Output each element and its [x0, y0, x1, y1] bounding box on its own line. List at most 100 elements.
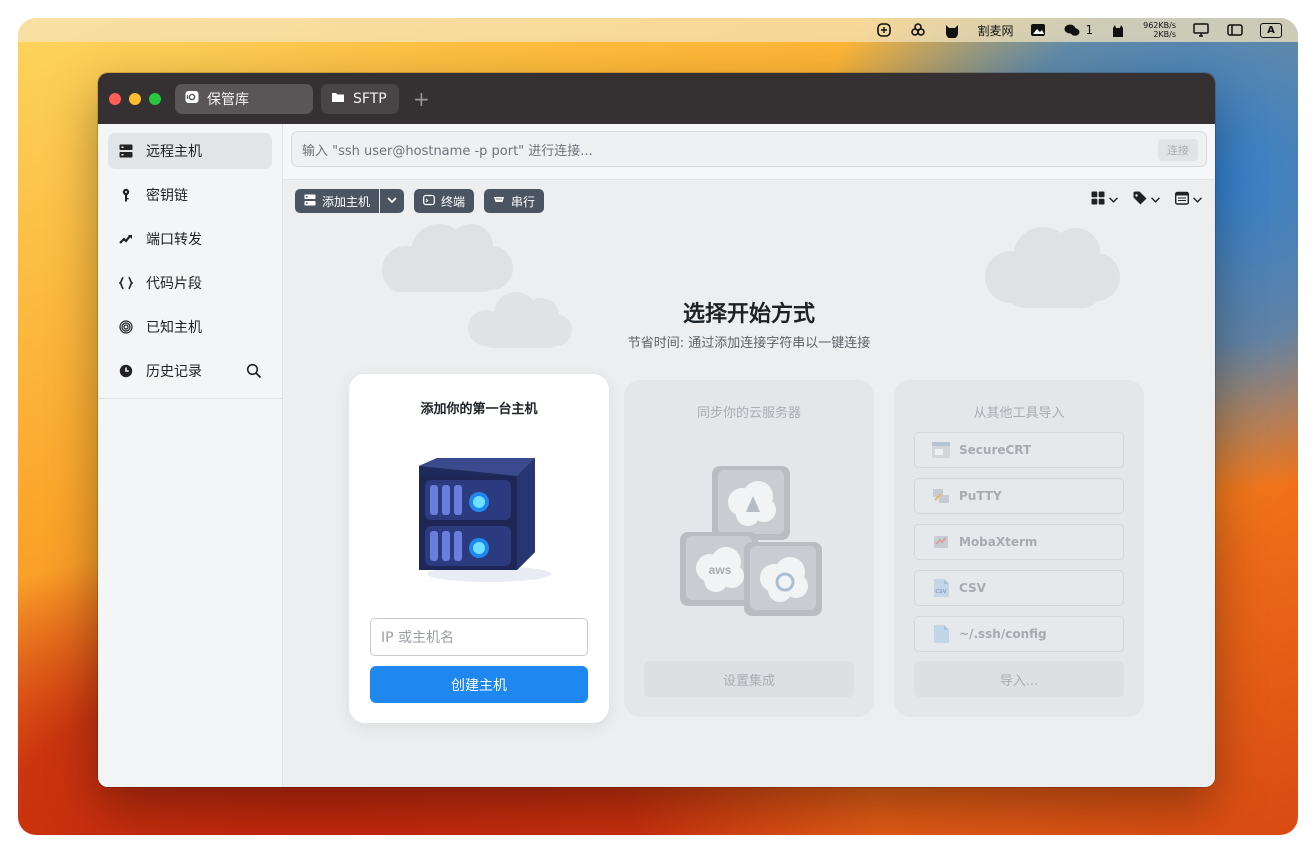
card-title: 添加你的第一台主机	[420, 402, 538, 417]
tag-filter[interactable]	[1133, 190, 1161, 209]
sort-options[interactable]	[1174, 190, 1203, 209]
grid-icon	[1091, 190, 1105, 209]
add-host-button[interactable]: 添加主机	[295, 189, 380, 213]
tab-label: SFTP	[353, 90, 387, 107]
ssh-command-placeholder: 输入 "ssh user@hostname -p port" 进行连接...	[302, 143, 593, 159]
chevron-down-icon	[1192, 190, 1203, 209]
copilot-icon[interactable]	[875, 22, 893, 38]
history-icon	[118, 363, 134, 379]
serial-icon	[493, 194, 505, 209]
network-speed[interactable]: 962KB/s 2KB/s	[1143, 21, 1176, 39]
add-host-split-button: 添加主机	[295, 189, 405, 213]
aws-icon: aws	[709, 563, 732, 577]
card-title: 从其他工具导入	[973, 406, 1065, 421]
sidebar-item-snippets[interactable]: 代码片段	[108, 265, 272, 301]
search-icon[interactable]	[246, 363, 262, 379]
page-subtitle: 节省时间: 通过添加连接字符串以一键连接	[627, 336, 871, 351]
image-icon[interactable]	[1029, 22, 1047, 38]
sidebar-item-label: 已知主机	[146, 320, 202, 336]
terminal-button[interactable]: 终端	[414, 189, 475, 213]
ssh-command-input[interactable]: 输入 "ssh user@hostname -p port" 进行连接... 连…	[291, 131, 1207, 167]
connections-icon[interactable]	[909, 22, 927, 38]
server-illustration-icon	[419, 458, 551, 582]
securecrt-icon	[932, 442, 950, 458]
close-window-button[interactable]	[109, 92, 121, 105]
card-title: 同步你的云服务器	[696, 406, 801, 421]
sidebar-item-port-forwarding[interactable]: 端口转发	[108, 221, 272, 257]
file-icon	[934, 625, 949, 643]
tag-icon	[1133, 190, 1147, 209]
import-csv[interactable]: CSV CSV	[914, 570, 1124, 606]
sidebar-item-history[interactable]: 历史记录	[108, 353, 272, 389]
view-controls	[1091, 190, 1203, 209]
import-label: CSV	[959, 581, 986, 595]
app-window: 保管库 SFTP + 远程主机 密钥链 端口转发 代码片段 已知主机 历史记录 …	[98, 73, 1215, 787]
putty-icon	[933, 489, 949, 503]
main-content: 输入 "ssh user@hostname -p port" 进行连接... 连…	[283, 124, 1215, 787]
cloud-sync-card: 同步你的云服务器 aws 设置集成	[624, 380, 874, 717]
import-label: PuTTY	[959, 489, 1002, 503]
add-host-label: 添加主机	[322, 194, 371, 209]
host-address-input[interactable]: IP 或主机名	[370, 618, 588, 656]
import-putty[interactable]: PuTTY	[914, 478, 1124, 514]
sidebar-nav: 远程主机 密钥链 端口转发 代码片段 已知主机 历史记录	[98, 124, 282, 399]
menubar-app-text[interactable]: 割麦网	[977, 22, 1013, 39]
sidebar-item-keychain[interactable]: 密钥链	[108, 177, 272, 213]
tab-sftp[interactable]: SFTP	[321, 83, 399, 114]
sidebar-item-label: 历史记录	[146, 364, 202, 380]
chevron-down-icon	[1108, 190, 1119, 209]
chevron-down-icon	[386, 194, 398, 209]
import-label: SecureCRT	[959, 443, 1032, 457]
cloud-decoration	[382, 224, 513, 292]
net-up: 962KB/s	[1143, 21, 1176, 30]
input-method-indicator[interactable]: A	[1260, 22, 1282, 38]
window-controls	[109, 92, 161, 105]
server-icon	[118, 143, 134, 159]
fingerprint-icon	[118, 319, 134, 335]
display-icon[interactable]	[1192, 22, 1210, 38]
setup-integration-button[interactable]: 设置集成	[644, 661, 854, 697]
import-mobaxterm[interactable]: MobaXterm	[914, 524, 1124, 560]
host-address-placeholder: IP 或主机名	[381, 630, 455, 646]
wechat-count: 1	[1085, 23, 1094, 37]
import-button[interactable]: 导入...	[914, 661, 1124, 697]
page-title: 选择开始方式	[682, 302, 815, 327]
serial-label: 串行	[511, 194, 536, 209]
sidebar: 远程主机 密钥链 端口转发 代码片段 已知主机 历史记录	[98, 124, 283, 787]
toolbar: 添加主机 终端 串行	[283, 180, 1215, 222]
desktop: 割麦网 1 962KB/s 2KB/s A 保管库 SFTP + 远程主机 密钥…	[18, 18, 1298, 835]
serial-button[interactable]: 串行	[484, 189, 545, 213]
calendar-icon	[1174, 190, 1190, 209]
import-card: 从其他工具导入 SecureCRT PuTTY MobaXterm CSV CS…	[894, 380, 1144, 717]
connect-button[interactable]: 连接	[1158, 139, 1198, 161]
cat-icon[interactable]	[943, 22, 961, 38]
import-source-list: SecureCRT PuTTY MobaXterm CSV CSV ~/.ssh…	[914, 432, 1124, 662]
wechat-icon	[1063, 22, 1081, 38]
net-down: 2KB/s	[1153, 30, 1176, 39]
tab-vault[interactable]: 保管库	[175, 83, 313, 114]
sidebar-item-label: 端口转发	[146, 232, 202, 248]
key-icon	[118, 187, 134, 203]
sidebar-item-hosts[interactable]: 远程主机	[108, 133, 272, 169]
create-host-button[interactable]: 创建主机	[370, 666, 588, 703]
add-host-dropdown-button[interactable]	[380, 189, 405, 213]
import-ssh-config[interactable]: ~/.ssh/config	[914, 616, 1124, 652]
sidebar-item-known-hosts[interactable]: 已知主机	[108, 309, 272, 345]
csv-file-icon: CSV	[934, 579, 949, 597]
folder-icon	[331, 90, 345, 108]
minimize-window-button[interactable]	[129, 92, 141, 105]
grid-view-toggle[interactable]	[1091, 190, 1119, 209]
import-label: ~/.ssh/config	[959, 627, 1047, 641]
menu-bar: 割麦网 1 962KB/s 2KB/s A	[18, 18, 1298, 42]
terminal-icon	[423, 194, 435, 209]
control-center-icon[interactable]	[1226, 22, 1244, 38]
add-tab-button[interactable]: +	[413, 87, 430, 111]
import-securecrt[interactable]: SecureCRT	[914, 432, 1124, 468]
wechat-status[interactable]: 1	[1063, 22, 1093, 38]
terminal-label: 终端	[441, 194, 466, 209]
mobaxterm-icon	[934, 536, 948, 548]
port-forward-icon	[118, 231, 134, 247]
zoom-window-button[interactable]	[149, 92, 161, 105]
server-small-icon	[304, 194, 316, 209]
cat-silhouette-icon[interactable]	[1109, 22, 1127, 38]
